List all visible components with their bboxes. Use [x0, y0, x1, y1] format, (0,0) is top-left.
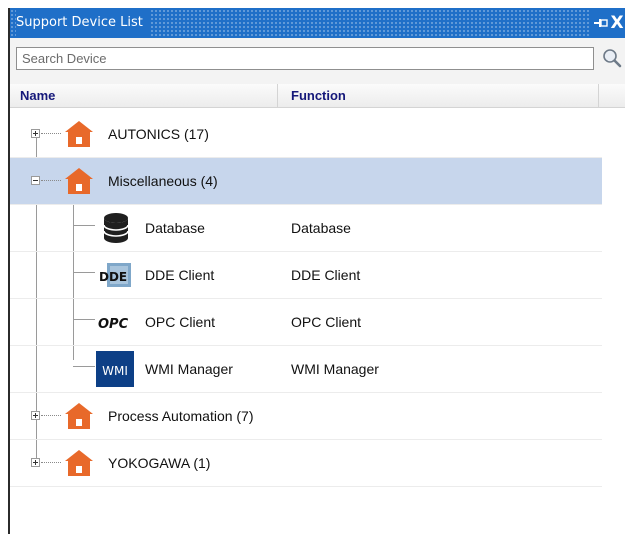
tree-device-label: WMI Manager — [145, 361, 233, 377]
opc-icon: OPC — [98, 305, 134, 339]
tree-group-row[interactable]: YOKOGAWA (1) — [10, 440, 602, 487]
panel-title-bar[interactable]: Support Device List X — [10, 8, 625, 38]
device-tree: AUTONICS (17) Miscellaneous (4) Database — [10, 108, 625, 534]
close-icon[interactable]: X — [609, 8, 625, 38]
tree-device-function: DDE Client — [291, 267, 361, 283]
tree-group-label: AUTONICS (17) — [108, 126, 209, 142]
opc-icon-text: OPC — [98, 317, 129, 332]
tree-group-label: YOKOGAWA (1) — [108, 455, 211, 471]
tree-group-row[interactable]: AUTONICS (17) — [10, 111, 602, 158]
search-bar — [10, 38, 625, 84]
house-icon — [63, 448, 95, 478]
house-icon — [63, 119, 95, 149]
expand-icon[interactable] — [31, 411, 40, 420]
dde-icon: DDE — [98, 258, 134, 292]
tree-device-label: DDE Client — [145, 267, 215, 283]
database-icon — [98, 211, 134, 245]
collapse-icon[interactable] — [31, 176, 40, 185]
search-icon[interactable] — [600, 46, 624, 70]
expand-icon[interactable] — [31, 458, 40, 467]
title-bar-buttons: X — [589, 8, 625, 38]
dde-icon-text: DDE — [99, 270, 127, 284]
tree-connector-line — [41, 462, 61, 463]
tree-connector-line — [41, 133, 61, 134]
expand-icon[interactable] — [31, 129, 40, 138]
tree-device-label: Database — [145, 220, 205, 236]
support-device-list-panel: Support Device List X Name Function — [8, 8, 625, 534]
column-header: Name Function — [10, 84, 625, 108]
column-header-name[interactable]: Name — [20, 84, 278, 108]
tree-device-function: WMI Manager — [291, 361, 379, 377]
tree-device-function: Database — [291, 220, 351, 236]
house-icon — [63, 401, 95, 431]
tree-connector-line — [41, 415, 61, 416]
tree-connector-line — [41, 180, 61, 181]
house-icon — [63, 166, 95, 196]
tree-group-label: Process Automation (7) — [108, 408, 254, 424]
search-input[interactable] — [16, 47, 594, 70]
tree-device-function: OPC Client — [291, 314, 362, 330]
tree-device-row[interactable]: OPC OPC Client OPC Client — [10, 299, 602, 346]
tree-group-row[interactable]: Process Automation (7) — [10, 393, 602, 440]
tree-device-row[interactable]: WMI WMI Manager WMI Manager — [10, 346, 602, 393]
wmi-icon-text: WMI — [102, 364, 128, 378]
tree-group-row[interactable]: Miscellaneous (4) — [10, 158, 602, 205]
panel-title: Support Device List — [16, 8, 149, 38]
tree-group-label: Miscellaneous (4) — [108, 173, 218, 189]
tree-device-row[interactable]: Database Database — [10, 205, 602, 252]
tree-device-label: OPC Client — [145, 314, 216, 330]
tree-device-row[interactable]: DDE DDE Client DDE Client — [10, 252, 602, 299]
column-header-function[interactable]: Function — [291, 84, 599, 108]
pin-icon[interactable] — [593, 8, 609, 38]
wmi-icon: WMI — [96, 351, 134, 387]
